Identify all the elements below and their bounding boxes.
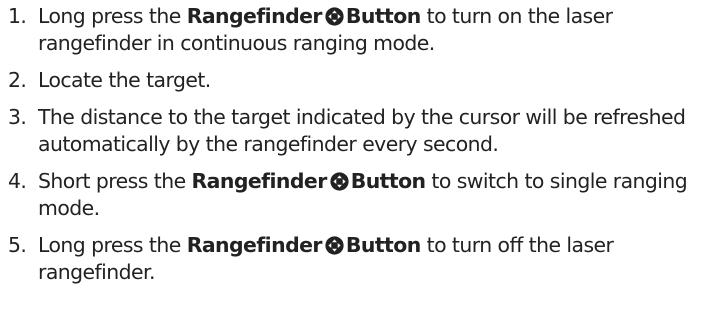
step-text: Locate the target. <box>38 68 211 92</box>
button-word: Button <box>345 4 421 28</box>
step-number: 1. <box>8 4 27 28</box>
step-number: 2. <box>8 68 27 92</box>
button-word: Button <box>345 233 421 257</box>
step-3: 3. The distance to the target indicated … <box>0 104 727 158</box>
step-number: 4. <box>8 169 27 193</box>
step-number: 5. <box>8 233 27 257</box>
step-5: 5. Long press the Rangefinder Button to t… <box>0 232 727 286</box>
rangefinder-button-icon <box>325 7 344 26</box>
step-number: 3. <box>8 105 27 129</box>
instruction-document: 1. Long press the Rangefinder Button to t… <box>0 0 727 318</box>
button-word: Button <box>350 169 426 193</box>
step-text: Short press the Rangefinder Button to swi… <box>38 168 727 222</box>
step-text-pre: Long press the <box>38 233 187 257</box>
rangefinder-label: Rangefinder <box>186 4 323 28</box>
rangefinder-button-icon <box>325 236 344 255</box>
step-text-pre: Short press the <box>38 169 192 193</box>
steps-list: 1. Long press the Rangefinder Button to t… <box>0 3 727 286</box>
step-text: Long press the Rangefinder Button to turn… <box>38 3 727 57</box>
step-text-pre: Long press the <box>38 4 187 28</box>
rangefinder-button-icon <box>330 172 349 191</box>
rangefinder-label: Rangefinder <box>186 233 323 257</box>
step-1: 1. Long press the Rangefinder Button to t… <box>0 3 727 57</box>
rangefinder-label: Rangefinder <box>191 169 328 193</box>
step-2: 2. Locate the target. <box>0 67 727 94</box>
step-4: 4. Short press the Rangefinder Button to … <box>0 168 727 222</box>
step-text: Long press the Rangefinder Button to turn… <box>38 232 727 286</box>
step-text: The distance to the target indicated by … <box>38 105 686 156</box>
